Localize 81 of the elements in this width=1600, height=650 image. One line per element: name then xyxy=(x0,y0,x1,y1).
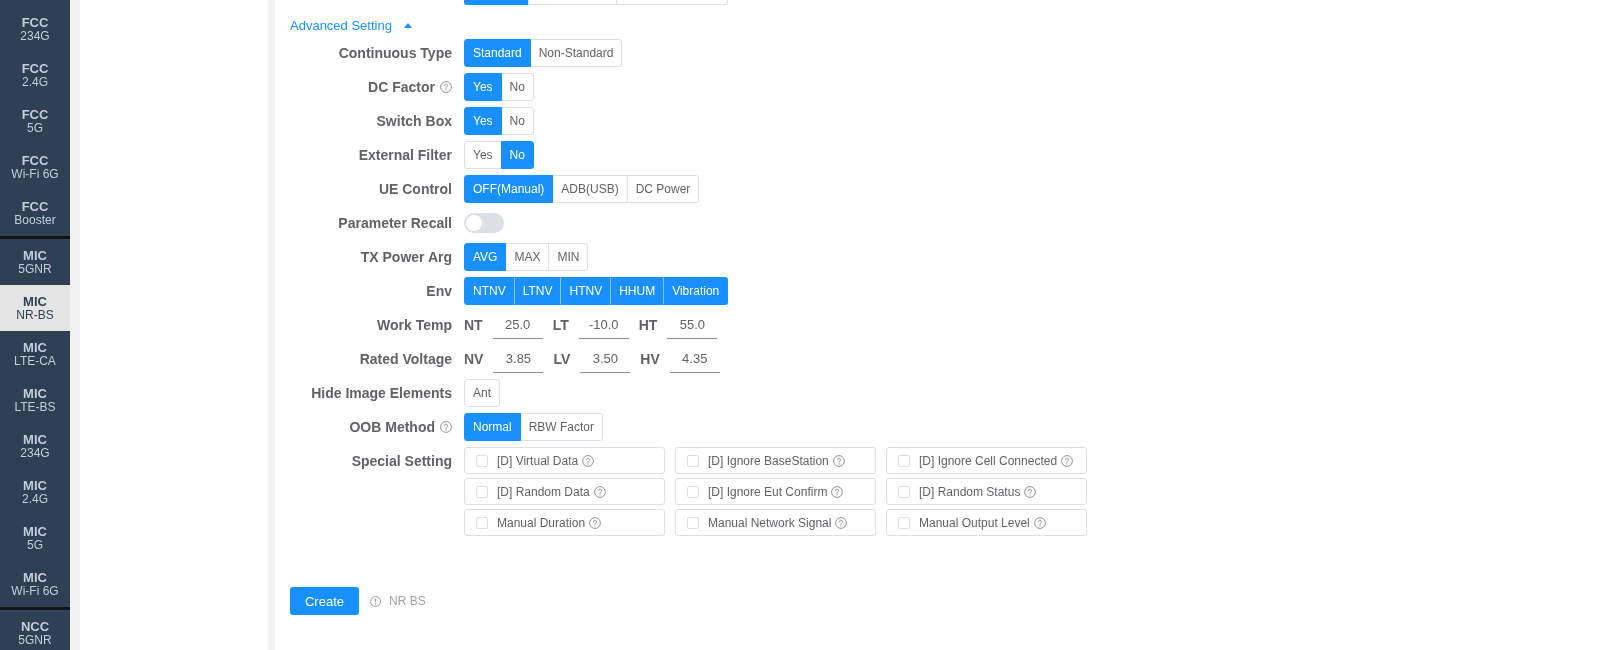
sidebar-item[interactable]: FCC 234G xyxy=(0,6,70,52)
checkbox-option[interactable]: Manual Network Signal xyxy=(675,509,876,536)
field-label: Work Temp xyxy=(377,317,452,333)
field-label: HV xyxy=(640,351,660,367)
sidebar-item[interactable]: MIC LTE-CA xyxy=(0,331,70,377)
option-button[interactable]: ADB(USB) xyxy=(552,175,628,203)
field-label: Special Setting xyxy=(351,452,452,469)
checkbox[interactable] xyxy=(898,485,910,498)
option-button[interactable]: RBW Factor xyxy=(519,413,603,441)
field-label: Hide Image Elements xyxy=(311,385,452,401)
option-button[interactable]: MIN xyxy=(548,243,589,271)
input-field[interactable]: 3.50 xyxy=(580,345,631,373)
option-button[interactable] xyxy=(464,0,529,5)
sidebar-item[interactable]: MIC Wi-Fi 6G xyxy=(0,561,70,607)
input-field[interactable]: 4.35 xyxy=(669,345,720,373)
checkbox-label: [D] Random Status xyxy=(919,484,1021,499)
field-label: Env xyxy=(426,283,452,299)
checkbox-option[interactable]: [D] Random Status xyxy=(886,478,1087,505)
field-label: OOB Method xyxy=(349,419,435,435)
input-field[interactable]: 55.0 xyxy=(667,311,718,339)
checkbox-label: [D] Ignore Eut Confirm xyxy=(708,484,828,499)
input-field[interactable]: -10.0 xyxy=(578,311,629,339)
sidebar-item[interactable]: MIC 2.4G xyxy=(0,469,70,515)
checkbox-label: Manual Network Signal xyxy=(708,515,832,530)
checkbox[interactable] xyxy=(476,516,488,529)
checkbox-option[interactable]: [D] Virtual Data xyxy=(464,447,665,474)
checkbox-label: [D] Ignore Cell Connected xyxy=(919,453,1058,468)
checkbox-option[interactable]: [D] Ignore Cell Connected xyxy=(886,447,1087,474)
checkbox-label: [D] Virtual Data xyxy=(497,453,579,468)
checkbox[interactable] xyxy=(898,454,910,467)
option-button[interactable]: MAX xyxy=(505,243,550,271)
option-button[interactable]: Yes xyxy=(464,141,502,169)
checkbox[interactable] xyxy=(687,454,699,467)
sidebar-item[interactable]: MIC 5G xyxy=(0,515,70,561)
checkbox-label: [D] Ignore BaseStation xyxy=(708,453,829,468)
option-button[interactable]: DC Power xyxy=(626,175,700,203)
sidebar-item[interactable]: FCC 2.4G xyxy=(0,52,70,98)
sidebar-item[interactable]: FCC Booster xyxy=(0,190,70,236)
checkbox[interactable] xyxy=(687,485,699,498)
option-button[interactable]: Ant xyxy=(464,379,500,407)
checkbox-option[interactable]: Manual Output Level xyxy=(886,509,1087,536)
sidebar-item[interactable]: MIC LTE-BS xyxy=(0,377,70,423)
field-label: Switch Box xyxy=(376,113,452,129)
checkbox[interactable] xyxy=(476,485,488,498)
checkbox-option[interactable]: Manual Duration xyxy=(464,509,665,536)
sidebar-item[interactable]: FCC Wi-Fi 6G xyxy=(0,144,70,190)
advanced-setting-toggle[interactable]: Advanced Setting xyxy=(290,15,412,35)
checkbox-option[interactable]: [D] Ignore Eut Confirm xyxy=(675,478,876,505)
toggle-switch[interactable] xyxy=(464,213,504,233)
sidebar-item[interactable]: MIC 5GNR xyxy=(0,239,70,285)
checkbox-label: Manual Duration xyxy=(497,515,586,530)
option-button[interactable]: No xyxy=(500,107,534,135)
field-label: LV xyxy=(553,351,571,367)
option-button[interactable]: No xyxy=(500,73,534,101)
field-label: UE Control xyxy=(378,181,452,197)
sidebar-item[interactable]: NCC 5GNR xyxy=(0,610,70,650)
checkbox[interactable] xyxy=(476,454,488,467)
field-label: Rated Voltage xyxy=(359,351,452,367)
sidebar-item[interactable]: MIC 234G xyxy=(0,423,70,469)
field-label: HT xyxy=(638,317,658,333)
field-label: NT xyxy=(464,317,483,333)
checkbox[interactable] xyxy=(687,516,699,529)
field-label: NV xyxy=(464,351,484,367)
checkbox-label: [D] Random Data xyxy=(497,484,590,499)
checkbox[interactable] xyxy=(898,516,910,529)
field-label: DC Factor xyxy=(368,79,435,95)
sidebar-item[interactable]: FCC 5G xyxy=(0,98,70,144)
checkbox-label: Manual Output Level xyxy=(919,515,1030,530)
input-field[interactable]: 3.85 xyxy=(493,345,544,373)
checkbox-option[interactable]: [D] Random Data xyxy=(464,478,665,505)
note-text: NR BS xyxy=(389,594,426,608)
input-field[interactable]: 25.0 xyxy=(492,311,543,339)
checkbox-option[interactable]: [D] Ignore BaseStation xyxy=(675,447,876,474)
field-label: Parameter Recall xyxy=(338,215,452,231)
sidebar-item[interactable]: MIC NR-BS xyxy=(0,285,70,331)
field-label: TX Power Arg xyxy=(360,249,452,265)
option-button[interactable]: Non-Standard xyxy=(529,39,623,67)
field-label: LT xyxy=(552,317,569,333)
field-label: External Filter xyxy=(358,147,452,163)
info-icon xyxy=(370,595,381,607)
field-label: Continuous Type xyxy=(338,45,452,61)
